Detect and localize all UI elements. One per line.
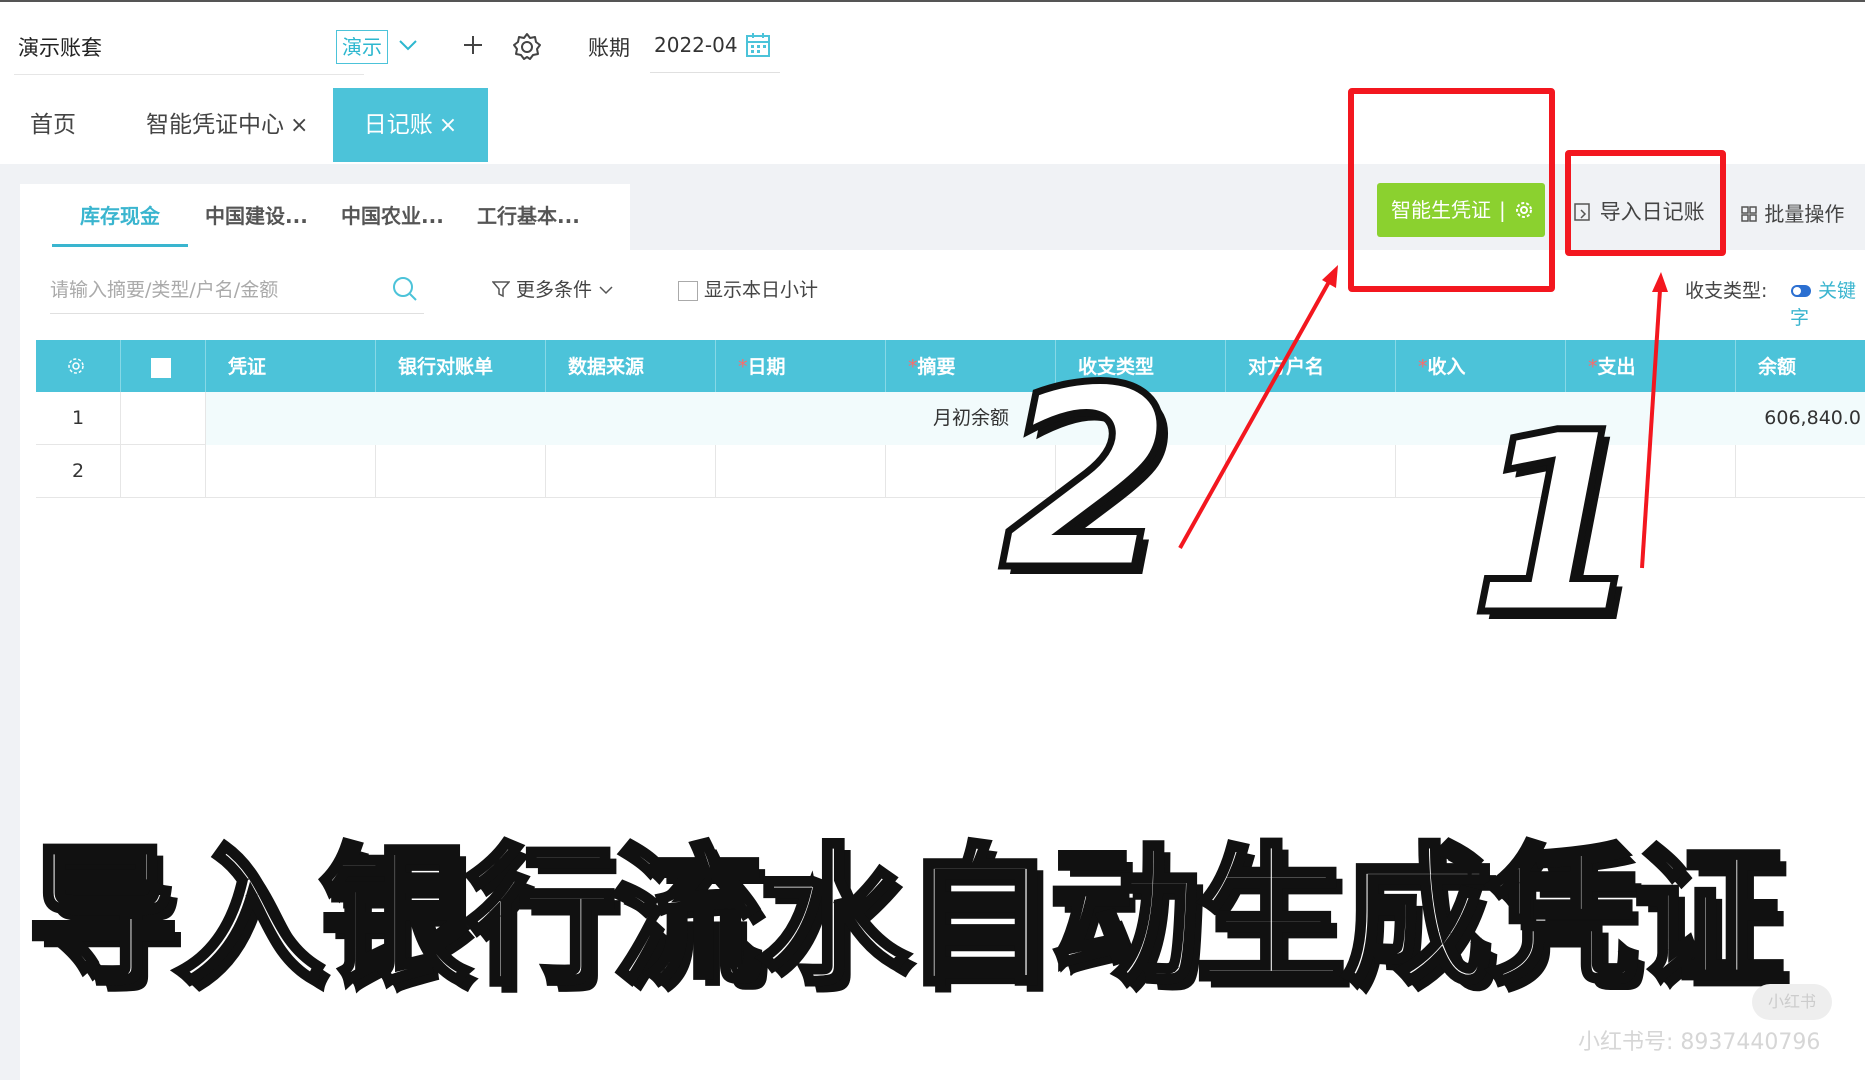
video-caption: 导入银行流水自动生成凭证 [25,831,1787,1005]
arrow-head-2 [1322,265,1338,288]
arrow-line-2 [1178,279,1332,549]
platform-logo: 小红书 [1752,984,1832,1020]
watermark: 小红书号: 8937440796 [1578,1030,1821,1055]
arrow-line-1 [1640,289,1662,569]
annotation-number-2: 2 [997,334,1178,625]
annotation-number-1: 1 [1467,379,1648,670]
arrow-head-1 [1652,272,1668,292]
